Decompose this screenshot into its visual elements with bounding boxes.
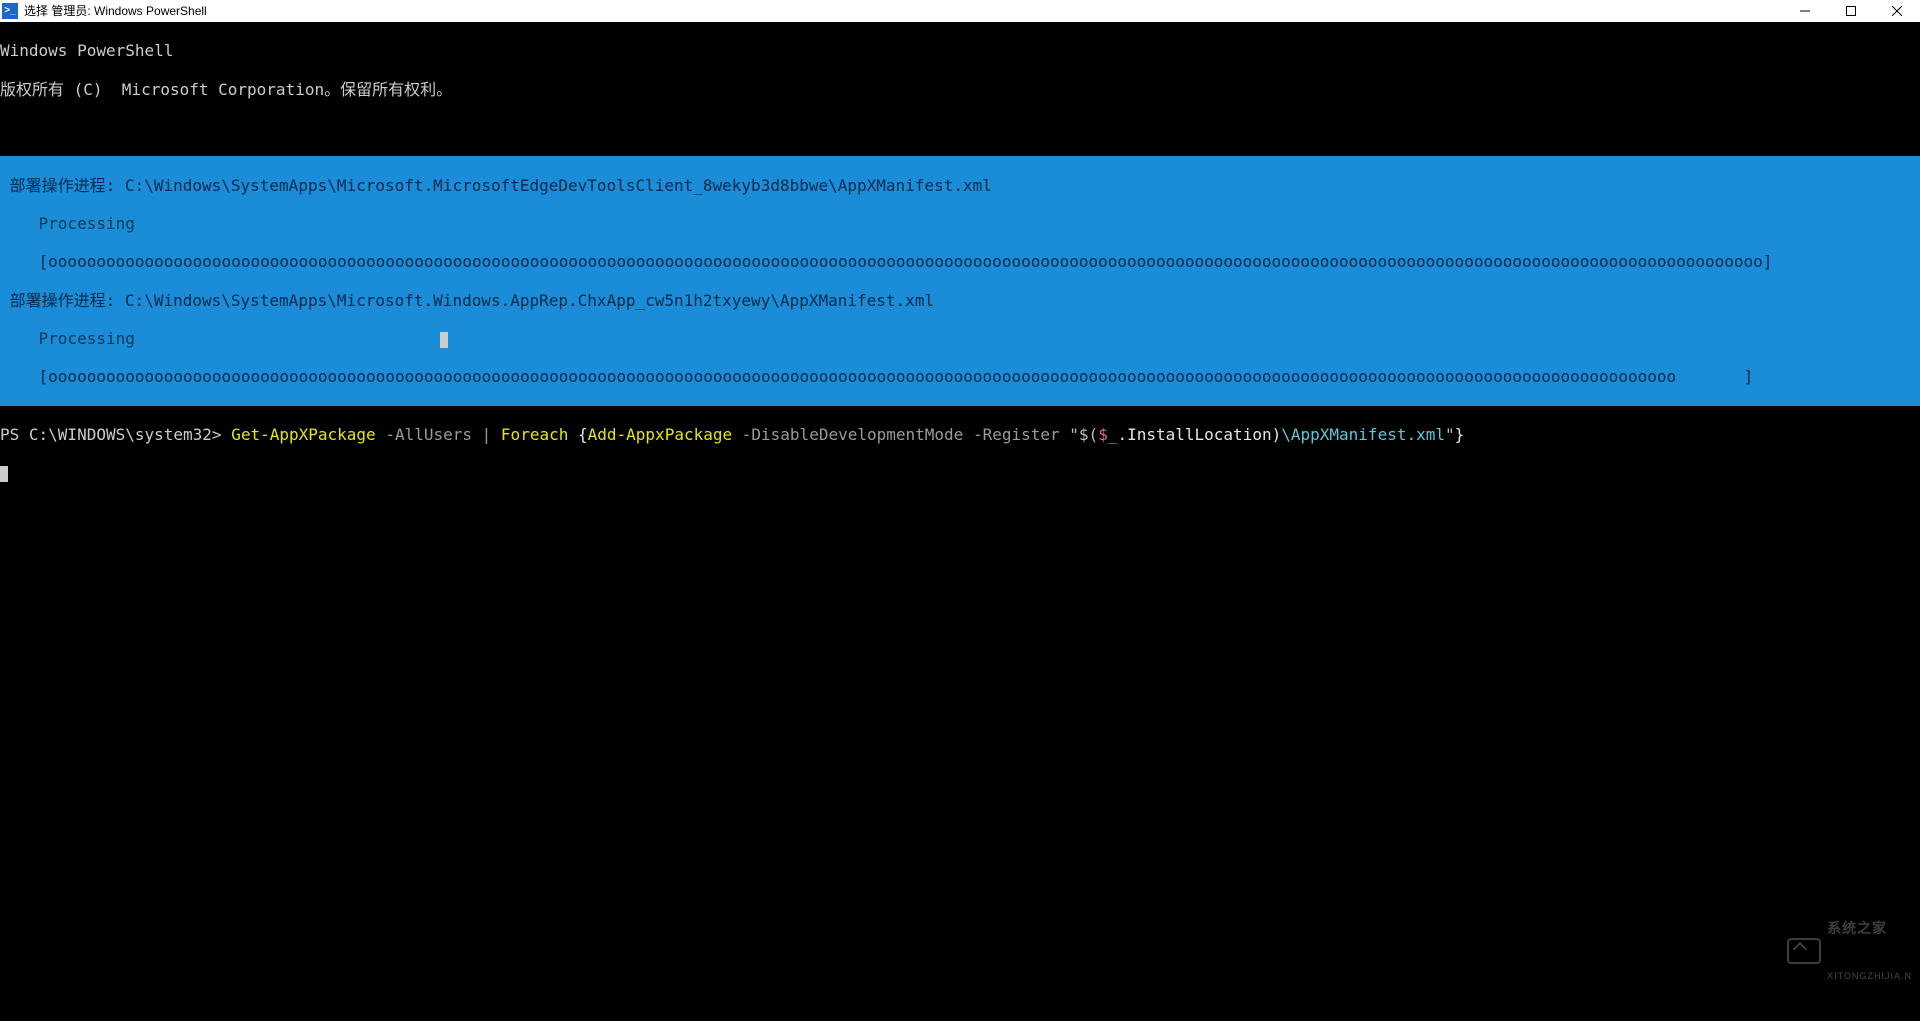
cmd-pipe: | xyxy=(482,425,501,444)
cmd-brace-open: { xyxy=(568,425,587,444)
cmd-add-appxpackage: Add-AppxPackage xyxy=(588,425,733,444)
cmd-allusers: -AllUsers xyxy=(376,425,482,444)
deploy-line-2: 部署操作进程: C:\Windows\SystemApps\Microsoft.… xyxy=(0,291,1920,310)
processing-label-2: Processing xyxy=(39,329,135,348)
watermark-house-icon xyxy=(1787,938,1821,964)
deploy-line-1: 部署操作进程: C:\Windows\SystemApps\Microsoft.… xyxy=(0,176,1920,195)
cmd-installlocation: InstallLocation xyxy=(1127,425,1272,444)
deploy-label-2: 部署操作进程: xyxy=(10,291,116,310)
ps-header-line1: Windows PowerShell xyxy=(0,41,1920,60)
window-titlebar: >_ 选择 管理员: Windows PowerShell xyxy=(0,0,1920,22)
powershell-icon-glyph: >_ xyxy=(4,5,15,17)
cmd-dot: . xyxy=(1117,425,1127,444)
selected-progress-block: 部署操作进程: C:\Windows\SystemApps\Microsoft.… xyxy=(0,156,1920,405)
powershell-icon: >_ xyxy=(2,3,18,19)
watermark-text-cn: 系统之家 xyxy=(1827,920,1912,937)
blank-line xyxy=(0,118,1920,137)
cmd-close-subexpr: ) xyxy=(1272,425,1282,444)
text-cursor xyxy=(0,466,8,482)
cursor-line xyxy=(0,463,1920,482)
maximize-button[interactable] xyxy=(1828,0,1874,22)
ps-prompt: PS C:\WINDOWS\system32> xyxy=(0,425,231,444)
processing-2: Processing xyxy=(0,329,1920,348)
titlebar-left: >_ 选择 管理员: Windows PowerShell xyxy=(2,3,207,19)
cmd-foreach: Foreach xyxy=(501,425,568,444)
command-line: PS C:\WINDOWS\system32> Get-AppXPackage … xyxy=(0,425,1920,444)
deploy-path-1: C:\Windows\SystemApps\Microsoft.Microsof… xyxy=(125,176,992,195)
progress-bar-2: [ooooooooooooooooooooooooooooooooooooooo… xyxy=(0,367,1920,386)
watermark-text-en: XITONGZHIJIA.N xyxy=(1827,971,1912,982)
progress-bar-1: [ooooooooooooooooooooooooooooooooooooooo… xyxy=(0,252,1920,271)
processing-1: Processing xyxy=(0,214,1920,233)
cmd-disable-register: -DisableDevelopmentMode -Register xyxy=(732,425,1069,444)
floating-caret xyxy=(440,332,448,348)
window-controls xyxy=(1782,0,1920,22)
cmd-get-appxpackage: Get-AppXPackage xyxy=(231,425,376,444)
cmd-quote-start: "$( xyxy=(1069,425,1098,444)
deploy-path-2: C:\Windows\SystemApps\Microsoft.Windows.… xyxy=(125,291,934,310)
cmd-appxmanifest-path: \AppXManifest.xml xyxy=(1281,425,1445,444)
watermark-text: 系统之家 XITONGZHIJIA.N xyxy=(1827,887,1912,1015)
processing-label-1: Processing xyxy=(39,214,135,233)
cmd-quote-end: " xyxy=(1445,425,1455,444)
ps-header-line2: 版权所有 (C) Microsoft Corporation。保留所有权利。 xyxy=(0,80,1920,99)
watermark: 系统之家 XITONGZHIJIA.N xyxy=(1787,887,1912,1015)
terminal-area[interactable]: Windows PowerShell 版权所有 (C) Microsoft Co… xyxy=(0,22,1920,1021)
minimize-button[interactable] xyxy=(1782,0,1828,22)
close-button[interactable] xyxy=(1874,0,1920,22)
deploy-label-1: 部署操作进程: xyxy=(10,176,116,195)
cmd-brace-close: } xyxy=(1455,425,1465,444)
cmd-dollar-underscore: $_ xyxy=(1098,425,1117,444)
window-title: 选择 管理员: Windows PowerShell xyxy=(24,4,207,18)
